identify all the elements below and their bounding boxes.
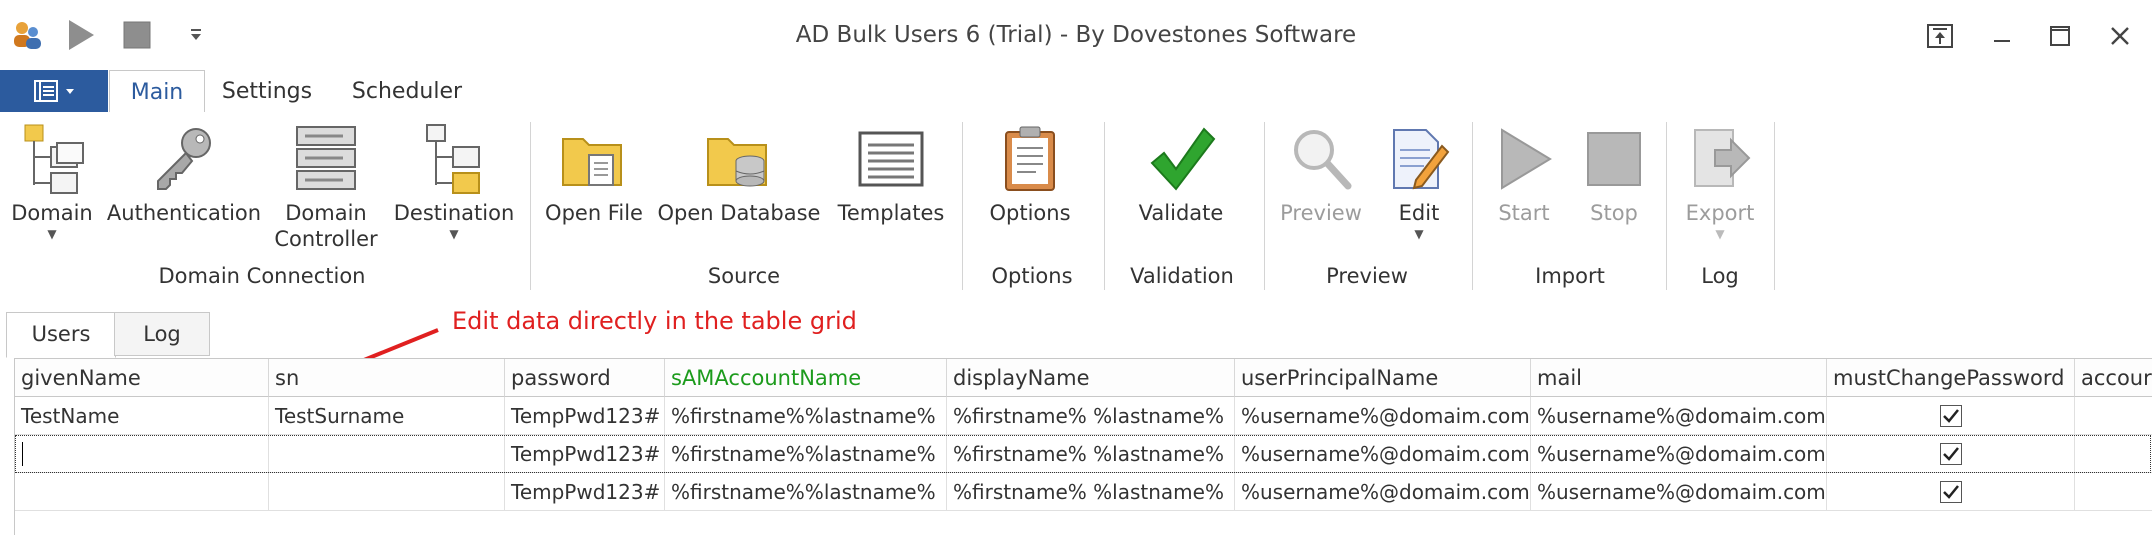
- table-cell[interactable]: %username%@domaim.com: [1531, 473, 1827, 511]
- column-header-displayname[interactable]: displayName: [947, 359, 1235, 397]
- must-change-password-checkbox[interactable]: [1940, 405, 1962, 427]
- table-cell[interactable]: TempPwd123#: [505, 397, 665, 435]
- table-cell[interactable]: [2075, 473, 2152, 511]
- table-cell[interactable]: %firstname%%lastname%: [665, 473, 947, 511]
- table-cell[interactable]: [2075, 397, 2152, 435]
- must-change-password-checkbox[interactable]: [1940, 481, 1962, 503]
- column-header-password[interactable]: password: [505, 359, 665, 397]
- table-cell[interactable]: [269, 473, 505, 511]
- column-header-samaccountname[interactable]: sAMAccountName: [665, 359, 947, 397]
- table-cell[interactable]: %username%@domaim.com: [1531, 397, 1827, 435]
- column-header-sn[interactable]: sn: [269, 359, 505, 397]
- checkmark-icon: [1943, 485, 1959, 499]
- column-header-mail[interactable]: mail: [1531, 359, 1827, 397]
- table-cell[interactable]: [15, 473, 269, 511]
- table-cell[interactable]: %username%@domaim.com: [1235, 397, 1531, 435]
- text-caret: [22, 442, 23, 466]
- users-table: givenName sn password sAMAccountName dis…: [14, 358, 2152, 535]
- table-cell[interactable]: %firstname% %lastname%: [947, 397, 1235, 435]
- table-cell[interactable]: %username%@domaim.com: [1235, 473, 1531, 511]
- table-cell[interactable]: TestName: [15, 397, 269, 435]
- table-cell[interactable]: %firstname% %lastname%: [947, 473, 1235, 511]
- checkmark-icon: [1943, 409, 1959, 423]
- focused-row-outline: [15, 435, 2151, 473]
- table-cell[interactable]: TestSurname: [269, 397, 505, 435]
- table-cell[interactable]: %firstname%%lastname%: [665, 397, 947, 435]
- table-cell[interactable]: TempPwd123#: [505, 473, 665, 511]
- column-header-userprincipalname[interactable]: userPrincipalName: [1235, 359, 1531, 397]
- column-header-givenname[interactable]: givenName: [15, 359, 269, 397]
- column-header-mustchangepassword[interactable]: mustChangePassword: [1827, 359, 2075, 397]
- column-header-accour[interactable]: accour: [2075, 359, 2152, 397]
